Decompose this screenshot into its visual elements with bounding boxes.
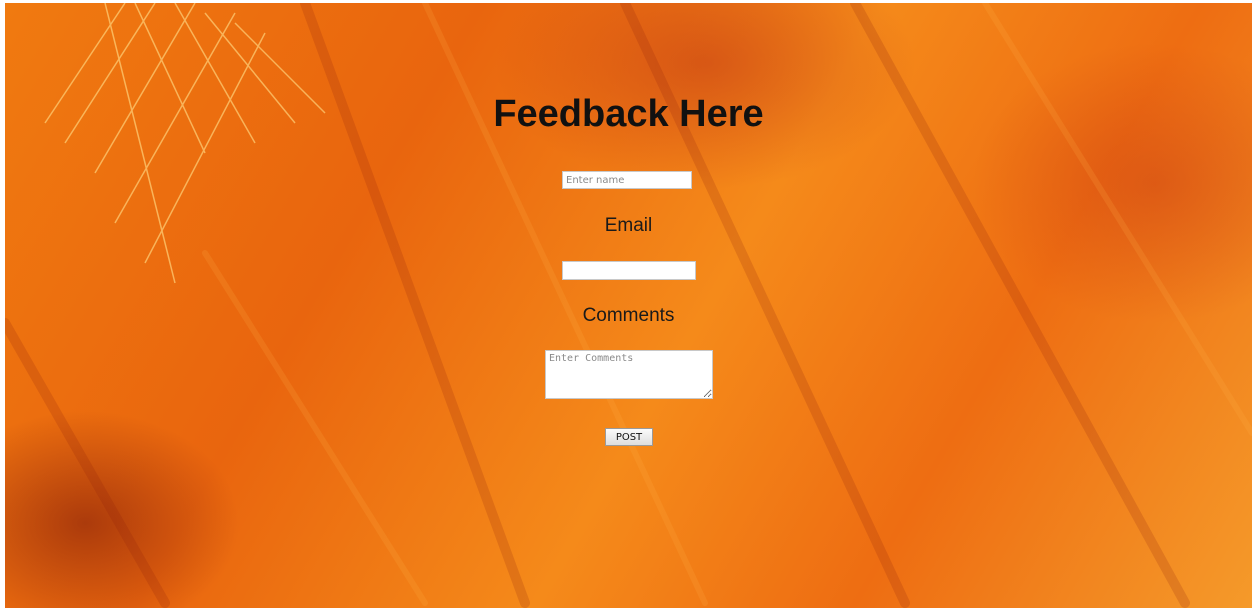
feedback-form: Feedback Here Email Comments POST (5, 3, 1252, 608)
comments-textarea[interactable] (545, 350, 713, 399)
page-title: Feedback Here (493, 93, 764, 135)
painted-background: Feedback Here Email Comments POST (5, 3, 1252, 608)
email-field[interactable] (562, 261, 696, 280)
comments-label: Comments (582, 305, 675, 326)
email-label: Email (604, 215, 653, 236)
name-input[interactable] (562, 171, 692, 189)
post-button[interactable]: POST (605, 428, 653, 446)
